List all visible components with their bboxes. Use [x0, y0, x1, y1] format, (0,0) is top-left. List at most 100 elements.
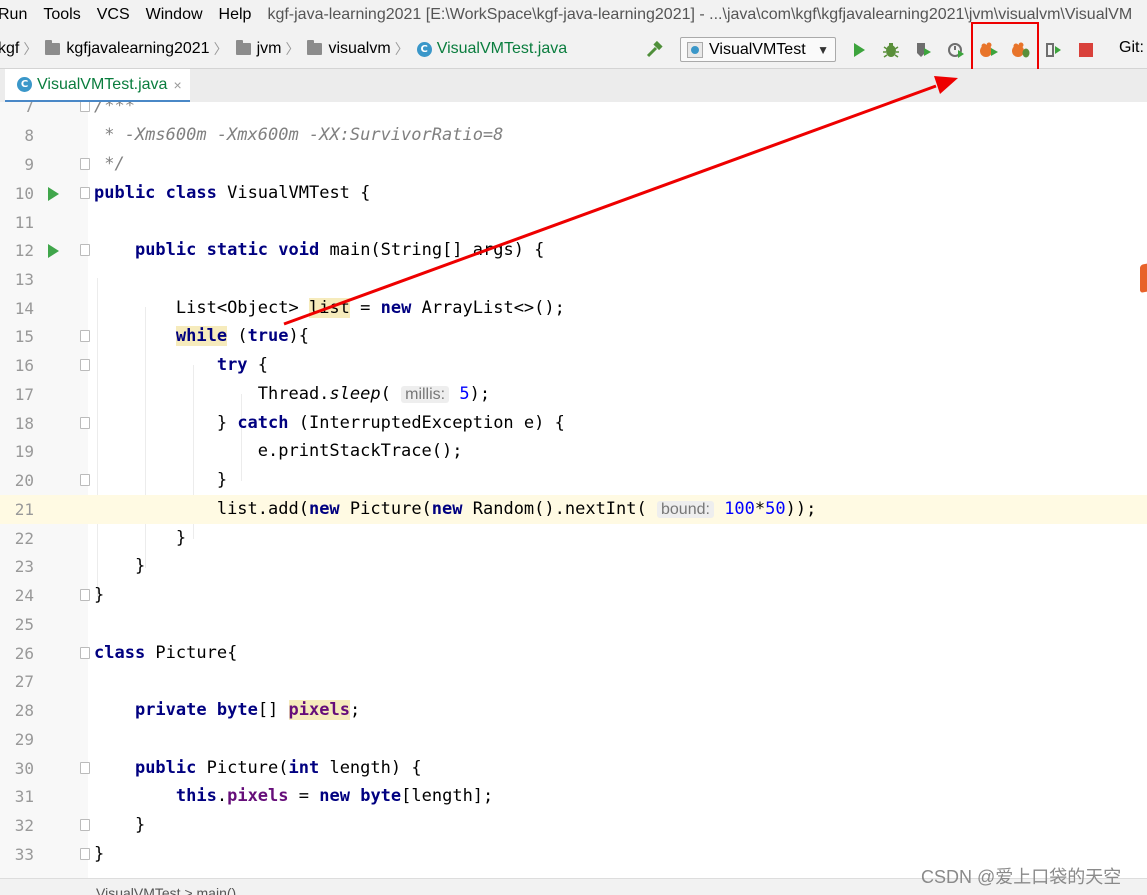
fold-marker[interactable] — [80, 244, 90, 256]
line-number: 33 — [14, 845, 34, 864]
fold-marker[interactable] — [80, 102, 90, 112]
line-number: 10 — [14, 184, 34, 203]
menu-run[interactable]: Run — [0, 6, 27, 24]
fold-marker[interactable] — [80, 359, 90, 371]
debug-icon[interactable] — [881, 40, 901, 60]
folder-icon — [235, 40, 251, 55]
code-editor[interactable]: 7 /*** 8 * -Xms600m -Xmx600m -XX:Survivo… — [0, 102, 1147, 878]
git-label[interactable]: Git: — [1119, 39, 1144, 57]
code-line: 23 } — [0, 552, 1147, 581]
line-number: 24 — [14, 586, 34, 605]
line-number: 30 — [14, 759, 34, 778]
profile-icon[interactable] — [946, 40, 966, 60]
fold-marker[interactable] — [80, 474, 90, 486]
java-class-icon: C — [17, 77, 32, 92]
line-number: 22 — [14, 529, 34, 548]
breadcrumb-item-label: kgfjavalearning2021 — [66, 40, 210, 57]
code-line: 14 List<Object> list = new ArrayList<>()… — [0, 294, 1147, 323]
breadcrumb-item-visualvm[interactable]: visualvm 〉 — [307, 39, 416, 59]
watermark: CSDN @爱上口袋的天空 — [921, 867, 1122, 887]
folder-icon — [45, 40, 61, 55]
line-number: 13 — [14, 270, 34, 289]
menu-window[interactable]: Window — [146, 6, 203, 24]
line-number: 27 — [14, 672, 34, 691]
menu-tools[interactable]: Tools — [43, 6, 80, 24]
build-hammer-icon[interactable] — [645, 40, 665, 60]
param-hint: bound: — [657, 501, 714, 518]
param-hint: millis: — [401, 386, 450, 403]
breadcrumb-item-label: visualvm — [328, 40, 391, 57]
run-gutter-icon[interactable] — [48, 187, 59, 201]
fold-marker[interactable] — [80, 647, 90, 659]
code-line: 18 } catch (InterruptedException e) { — [0, 409, 1147, 438]
coverage-icon[interactable] — [913, 40, 933, 60]
editor-tab-bar: C VisualVMTest.java × — [0, 69, 1147, 103]
folder-icon — [307, 40, 323, 55]
code-line: 13 — [0, 265, 1147, 294]
line-number: 15 — [14, 327, 34, 346]
code-line: 15 while (true){ — [0, 322, 1147, 351]
code-line: 26 class Picture{ — [0, 639, 1147, 668]
fold-marker[interactable] — [80, 158, 90, 170]
line-number: 32 — [14, 816, 34, 835]
code-line: 7 /*** — [0, 102, 1147, 121]
line-number: 17 — [14, 385, 34, 404]
line-number: 18 — [14, 414, 34, 433]
tab-visualvmtest[interactable]: C VisualVMTest.java × — [5, 69, 190, 103]
menu-help[interactable]: Help — [219, 6, 252, 24]
line-number: 9 — [24, 155, 34, 174]
line-number: 8 — [24, 126, 34, 145]
fold-marker[interactable] — [80, 819, 90, 831]
breadcrumb-file-label: VisualVMTest.java — [436, 40, 568, 57]
code-line: 9 */ — [0, 150, 1147, 179]
code-line: 17 Thread.sleep( millis: 5); — [0, 380, 1147, 409]
code-line: 32 } — [0, 811, 1147, 840]
code-line: 8 * -Xms600m -Xmx600m -XX:SurvivorRatio=… — [0, 121, 1147, 150]
fold-marker[interactable] — [80, 589, 90, 601]
breadcrumb-item-jvm[interactable]: jvm 〉 — [235, 39, 308, 59]
breadcrumb-root[interactable]: kgf 〉 — [0, 39, 45, 59]
line-number: 25 — [14, 615, 34, 634]
code-line: 20 } — [0, 466, 1147, 495]
line-number: 7 — [24, 102, 34, 116]
code-line: 12 public static void main(String[] args… — [0, 236, 1147, 265]
run-config-select[interactable]: VisualVMTest ▼ — [680, 37, 836, 62]
chevron-down-icon: ▼ — [817, 42, 829, 57]
code-line: 16 try { — [0, 351, 1147, 380]
code-line: 31 this.pixels = new byte[length]; — [0, 782, 1147, 811]
line-number: 12 — [14, 241, 34, 260]
run-icon[interactable] — [849, 40, 869, 60]
line-number: 26 — [14, 644, 34, 663]
java-class-icon: C — [416, 41, 432, 57]
line-number: 20 — [14, 471, 34, 490]
line-number: 16 — [14, 356, 34, 375]
line-number: 21 — [14, 500, 34, 519]
breadcrumb-item-module[interactable]: kgfjavalearning2021 〉 — [45, 39, 235, 59]
code-line-current: 21 list.add(new Picture(new Random().nex… — [0, 495, 1147, 524]
tab-label: VisualVMTest.java — [37, 75, 168, 93]
menu-vcs[interactable]: VCS — [97, 6, 130, 24]
code-line: 29 — [0, 725, 1147, 754]
fold-marker[interactable] — [80, 762, 90, 774]
stop-icon[interactable] — [1076, 40, 1096, 60]
code-line: 24 } — [0, 581, 1147, 610]
breadcrumb-root-label: kgf — [0, 40, 20, 57]
code-line: 27 — [0, 667, 1147, 696]
fold-marker[interactable] — [80, 848, 90, 860]
run-gutter-icon[interactable] — [48, 244, 59, 258]
java-app-icon — [687, 41, 703, 58]
line-number: 19 — [14, 442, 34, 461]
run-config-label: VisualVMTest — [709, 40, 806, 58]
code-line: 30 public Picture(int length) { — [0, 754, 1147, 783]
line-number: 28 — [14, 701, 34, 720]
line-number: 11 — [14, 213, 34, 232]
code-line: 28 private byte[] pixels; — [0, 696, 1147, 725]
fold-marker[interactable] — [80, 330, 90, 342]
code-line: 11 — [0, 208, 1147, 237]
fold-marker[interactable] — [80, 187, 90, 199]
attach-icon[interactable] — [1044, 40, 1064, 60]
close-icon[interactable]: × — [173, 77, 181, 93]
notification-edge-icon — [1140, 262, 1147, 294]
breadcrumb-file[interactable]: C VisualVMTest.java — [416, 40, 568, 58]
fold-marker[interactable] — [80, 417, 90, 429]
